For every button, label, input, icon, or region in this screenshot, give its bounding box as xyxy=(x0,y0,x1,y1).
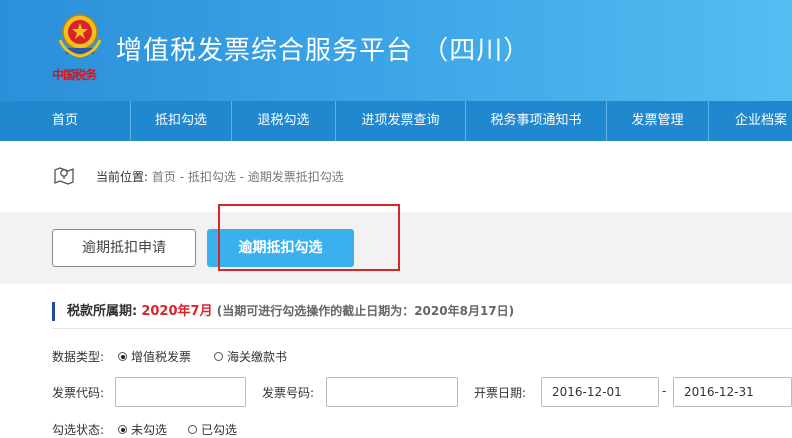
date-to-input[interactable]: 2016-12-31 xyxy=(673,377,792,407)
check-status-label: 勾选状态: xyxy=(52,423,105,437)
radio-customs-payment-dot[interactable] xyxy=(214,352,223,361)
brand-text: 中国税务 xyxy=(52,68,97,82)
tax-period-bar: 税款所属期: 2020年7月 (当期可进行勾选操作的截止日期为：2020年8月1… xyxy=(52,302,514,321)
tax-period-deadline-note: (当期可进行勾选操作的截止日期为：2020年8月17日) xyxy=(216,304,515,318)
radio-vat-invoice[interactable]: 增值税发票 xyxy=(118,348,191,365)
radio-checked[interactable]: 已勾选 xyxy=(188,421,237,438)
main-nav: 首页 抵扣勾选 退税勾选 进项发票查询 税务事项通知书 发票管理 企业档案 xyxy=(0,101,792,141)
app-title: 增值税发票综合服务平台 （四川） xyxy=(116,36,531,66)
date-from-input[interactable]: 2016-12-01 xyxy=(541,377,659,407)
breadcrumb: 当前位置: 首页 - 抵扣勾选 - 逾期发票抵扣勾选 xyxy=(96,168,344,185)
nav-item-input-invoice-query[interactable]: 进项发票查询 xyxy=(336,101,466,141)
nav-item-deduction-select[interactable]: 抵扣勾选 xyxy=(131,101,232,141)
tab-overdue-deduction-apply[interactable]: 逾期抵扣申请 xyxy=(52,229,196,267)
radio-unchecked-label: 未勾选 xyxy=(131,423,168,437)
tax-period-label: 税款所属期: xyxy=(67,304,138,319)
radio-vat-invoice-dot[interactable] xyxy=(118,352,127,361)
radio-unchecked[interactable]: 未勾选 xyxy=(118,421,167,438)
nav-item-home[interactable]: 首页 xyxy=(0,101,131,141)
radio-vat-invoice-label: 增值税发票 xyxy=(131,350,192,364)
issue-date-label: 开票日期: xyxy=(474,386,527,400)
breadcrumb-prefix: 当前位置: xyxy=(96,170,149,184)
radio-customs-payment[interactable]: 海关缴款书 xyxy=(214,348,287,365)
invoice-code-input[interactable] xyxy=(115,377,246,407)
radio-checked-label: 已勾选 xyxy=(201,423,238,437)
nav-item-invoice-management[interactable]: 发票管理 xyxy=(607,101,709,141)
section-divider xyxy=(52,328,792,329)
invoice-number-input[interactable] xyxy=(326,377,458,407)
highlight-annotation-box xyxy=(218,204,400,271)
radio-unchecked-dot[interactable] xyxy=(118,425,127,434)
tax-period-value: 2020年7月 xyxy=(141,304,213,319)
nav-item-tax-notice[interactable]: 税务事项通知书 xyxy=(466,101,607,141)
radio-checked-dot[interactable] xyxy=(188,425,197,434)
nav-item-refund-select[interactable]: 退税勾选 xyxy=(232,101,336,141)
data-type-label: 数据类型: xyxy=(52,350,105,364)
date-separator: - xyxy=(662,384,667,398)
breadcrumb-path: 首页 - 抵扣勾选 - 逾期发票抵扣勾选 xyxy=(151,170,344,184)
radio-customs-payment-label: 海关缴款书 xyxy=(227,350,288,364)
tax-emblem-icon xyxy=(58,14,102,58)
invoice-number-label: 发票号码: xyxy=(262,386,315,400)
invoice-code-label: 发票代码: xyxy=(52,386,105,400)
nav-item-enterprise-profile[interactable]: 企业档案 xyxy=(709,101,792,141)
app-header: 中国税务 增值税发票综合服务平台 （四川） xyxy=(0,0,792,101)
map-pin-icon xyxy=(54,167,74,185)
